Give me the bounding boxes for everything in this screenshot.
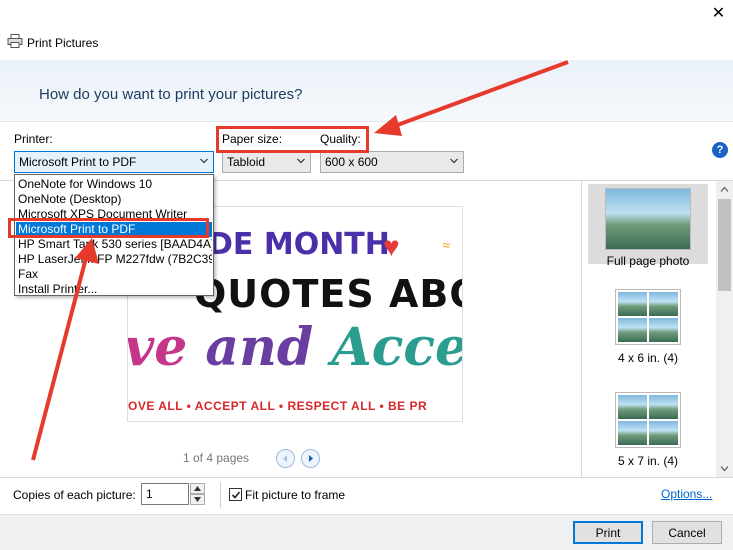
paper-size-value: Tabloid	[227, 155, 266, 169]
scroll-up-icon[interactable]	[720, 185, 729, 194]
preview-text-line3: ve and Accepta	[127, 317, 462, 378]
layout-thumbnail	[605, 188, 691, 250]
divider	[0, 477, 733, 478]
help-icon[interactable]: ?	[712, 142, 728, 158]
annotation-box-print-to-pdf	[8, 218, 209, 238]
layout-panel: Full page photo 4 x 6 in. (4) 5 x 7 in. …	[582, 181, 716, 477]
page-info: 1 of 4 pages	[183, 451, 250, 465]
chevron-down-icon	[450, 158, 458, 164]
heart-icon: ♥	[383, 231, 400, 262]
layout-5x7[interactable]: 5 x 7 in. (4)	[588, 392, 708, 472]
preview-text-line2: QUOTES ABOUT	[194, 272, 462, 316]
arrow-down-icon	[194, 497, 201, 502]
scroll-thumb[interactable]	[718, 199, 731, 291]
layout-label: 4 x 6 in. (4)	[617, 351, 679, 365]
printer-option[interactable]: Install Printer...	[16, 282, 212, 297]
check-icon	[231, 490, 240, 499]
layout-thumbnail	[615, 289, 681, 345]
cancel-button[interactable]: Cancel	[652, 521, 722, 544]
printer-option[interactable]: OneNote for Windows 10	[16, 177, 212, 192]
printer-select[interactable]: Microsoft Print to PDF	[14, 151, 214, 173]
quality-value: 600 x 600	[325, 155, 378, 169]
printer-select-value: Microsoft Print to PDF	[19, 155, 137, 169]
preview-text-line3-mid: and	[187, 317, 332, 378]
page-heading: How do you want to print your pictures?	[39, 86, 303, 103]
copies-label: Copies of each picture:	[13, 488, 136, 502]
next-page-button[interactable]	[301, 449, 320, 468]
print-button[interactable]: Print	[573, 521, 643, 544]
sparkle-icon: ≈	[442, 237, 450, 253]
arrow-left-icon	[283, 455, 287, 462]
preview-text-line4: OVE ALL • ACCEPT ALL • RESPECT ALL • BE …	[128, 399, 427, 413]
close-button[interactable]: ✕	[704, 0, 733, 26]
arrow-up-icon	[194, 486, 201, 491]
paper-size-select[interactable]: Tabloid	[222, 151, 311, 173]
layout-thumbnail	[615, 392, 681, 448]
window-title: Print Pictures	[27, 36, 99, 50]
scroll-down-icon[interactable]	[720, 464, 729, 473]
options-link[interactable]: Options...	[661, 487, 712, 501]
fit-picture-label[interactable]: Fit picture to frame	[245, 488, 345, 502]
chevron-down-icon	[200, 158, 208, 164]
printer-label: Printer:	[14, 132, 53, 146]
preview-text-line3-right: Accepta	[331, 317, 462, 378]
prev-page-button[interactable]	[276, 449, 295, 468]
layout-label: Full page photo	[606, 254, 690, 268]
divider	[220, 482, 221, 508]
chevron-down-icon	[297, 158, 305, 164]
preview-text-line1: DE MONTH	[208, 227, 390, 262]
preview-text-line4-value: OVE ALL • ACCEPT ALL • RESPECT ALL • BE …	[128, 399, 428, 413]
fit-picture-checkbox[interactable]	[229, 488, 242, 501]
printer-option[interactable]: Fax	[16, 267, 212, 282]
layout-full-page[interactable]: Full page photo	[588, 184, 708, 268]
copies-decrement[interactable]	[190, 494, 205, 505]
copies-increment[interactable]	[190, 483, 205, 494]
quality-select[interactable]: 600 x 600	[320, 151, 464, 173]
annotation-box-paper-quality	[216, 126, 369, 153]
copies-input[interactable]: 1	[141, 483, 189, 505]
printer-option[interactable]: OneNote (Desktop)	[16, 192, 212, 207]
help-glyph: ?	[716, 144, 724, 156]
layout-label: 5 x 7 in. (4)	[617, 454, 679, 468]
printer-icon	[7, 34, 23, 48]
close-icon: ✕	[711, 5, 726, 22]
preview-text-line3-left: ve	[127, 317, 188, 378]
printer-option[interactable]: HP Smart Tank 530 series [BAAD4A]	[16, 237, 212, 252]
printer-option[interactable]: HP LaserJet MFP M227fdw (7B2C39)	[16, 252, 212, 267]
arrow-right-icon	[309, 455, 313, 462]
title-bar	[0, 0, 733, 60]
layout-scrollbar[interactable]	[716, 181, 733, 477]
layout-4x6[interactable]: 4 x 6 in. (4)	[588, 289, 708, 369]
